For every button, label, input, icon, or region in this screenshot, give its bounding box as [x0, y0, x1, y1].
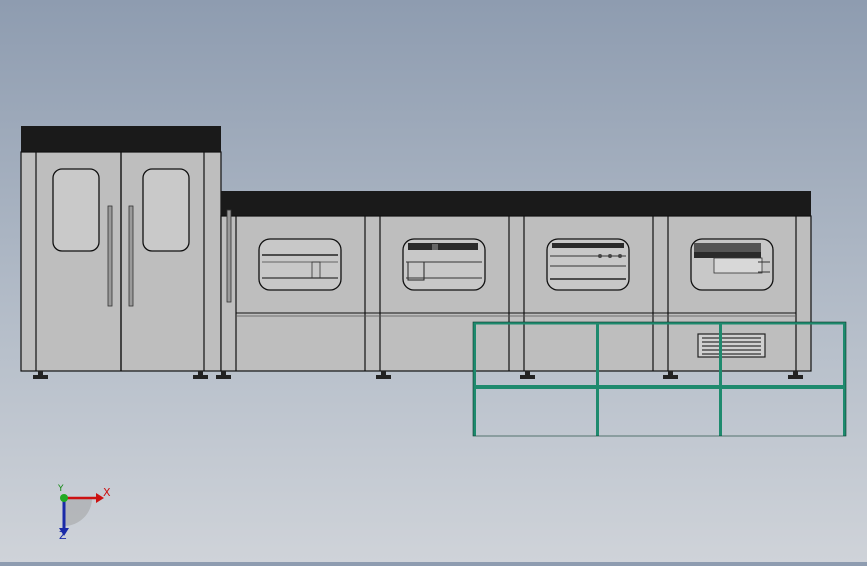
triad-y-label: Y [58, 484, 64, 494]
inspection-window-1 [258, 238, 342, 291]
entry-cabinet [20, 126, 222, 372]
machine-drawing [20, 126, 847, 536]
triad-z-label: Z [59, 529, 67, 542]
y-axis-dot-icon [60, 494, 68, 502]
right-door-handle [128, 205, 134, 307]
inspection-window-4 [690, 238, 774, 291]
left-door-window [52, 168, 100, 252]
left-door-handle [107, 205, 113, 307]
right-door-window [142, 168, 190, 252]
process-section [220, 191, 812, 372]
triad-x-label: X [103, 486, 111, 499]
process-section-roof [221, 191, 811, 216]
leveling-feet [33, 371, 803, 379]
inspection-window-3 [546, 238, 630, 291]
side-door-handle [226, 209, 232, 303]
vent-grille [697, 333, 766, 358]
inspection-window-2 [402, 238, 486, 291]
triad-plane-shade [64, 498, 92, 526]
entry-cabinet-roof [21, 126, 221, 152]
cad-viewport[interactable]: X Y Z [0, 0, 867, 562]
